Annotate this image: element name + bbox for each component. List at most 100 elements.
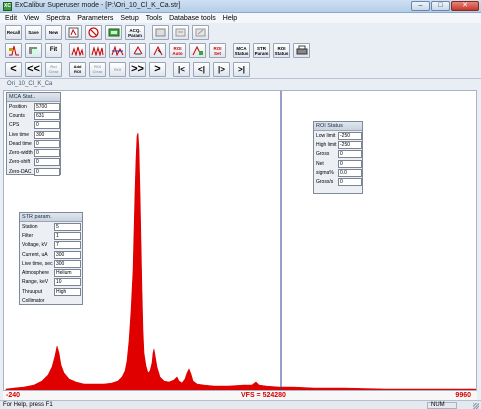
hv-button[interactable] (172, 25, 189, 40)
field-value: 0.0 (338, 168, 362, 177)
calibration-button[interactable] (152, 25, 169, 40)
xray-icon (195, 28, 206, 37)
last-spectrum-button[interactable]: >> (129, 61, 146, 77)
roi-row-sigma: sigma% 0.0 (314, 168, 362, 177)
select-button[interactable] (149, 43, 166, 58)
prev-spectrum-button[interactable]: < (5, 61, 22, 77)
acquire-button[interactable] (105, 25, 122, 40)
mca-status-title: MCA Stat.. (7, 93, 60, 102)
zoom-left-button[interactable]: <| (193, 61, 210, 77)
field-label: Gross/s (316, 179, 334, 186)
field-value: 7 (54, 241, 81, 250)
next-spectrum-button[interactable]: > (149, 61, 166, 77)
save-icon: Save (28, 30, 39, 35)
roi-row-high-limit: High limit -250 (314, 140, 362, 149)
field-label: Range, keV (22, 279, 49, 286)
menu-spectra[interactable]: Spectra (46, 15, 70, 22)
window-controls: – □ ✕ (411, 1, 479, 11)
field-label: Current, uA (22, 251, 48, 258)
field-value: 1 (54, 231, 81, 240)
roi-clear-button[interactable]: Roi Clear (45, 61, 62, 77)
field-label: Dead time (9, 140, 32, 147)
field-label: Atmosphere (22, 270, 49, 277)
app-icon[interactable]: XC (3, 2, 12, 11)
roi-set2-button[interactable]: ROI Set (209, 43, 226, 58)
field-label: Zero-width (9, 150, 33, 157)
fit-button[interactable]: Fit (45, 43, 62, 58)
compare-spectrum-icon (111, 45, 124, 56)
field-label: Thruuput (22, 288, 43, 295)
menu-tools[interactable]: Tools (146, 15, 162, 22)
roi-status-button[interactable]: ROI Status (273, 43, 290, 58)
roi-row-net: Net 0 (314, 159, 362, 168)
overlay-icon (28, 47, 38, 54)
navigation-toolbar: < << Roi Clear Add ROI ROI Clear ROI >> … (0, 60, 481, 79)
mca-status-button[interactable]: MCA Status (233, 43, 250, 58)
roi-prev-button[interactable]: ROI (109, 61, 126, 77)
mca-status-icon: MCA Status (234, 45, 249, 56)
menu-help[interactable]: Help (223, 15, 237, 22)
field-value: 0 (338, 178, 362, 187)
close-button[interactable]: ✕ (451, 1, 479, 11)
menu-database-tools[interactable]: Database tools (169, 15, 216, 22)
scale-min-label: -240 (6, 392, 21, 399)
mca-row-counts: Counts 631 (7, 111, 60, 120)
window-title: ExCalibur Superuser mode - [P:\Ori_10_Cl… (15, 2, 181, 9)
mca-settings-icon (68, 27, 79, 38)
roi-status-title: ROI Status (314, 122, 362, 131)
roi-set-button[interactable] (189, 43, 206, 58)
maximize-button[interactable]: □ (431, 1, 450, 11)
zoom-right-button[interactable]: |> (213, 61, 230, 77)
mca-row-dead-time: Dead time 0 (7, 139, 60, 148)
rotate-button[interactable] (129, 43, 146, 58)
save-button[interactable]: Save (25, 25, 42, 40)
roi-clear2-button[interactable]: ROI Clear (89, 61, 106, 77)
overlay-button[interactable] (25, 43, 42, 58)
str-param-button[interactable]: STR Param (253, 43, 270, 58)
menu-view[interactable]: View (24, 15, 39, 22)
fit-spectrum-button[interactable] (69, 43, 86, 58)
document-tab[interactable]: Ori_10_Cl_K_Ca (3, 80, 56, 90)
str-row-voltage: Voltage, kV 7 (20, 241, 82, 250)
add-roi-button[interactable]: Add ROI (69, 61, 86, 77)
mca-row-position: Position 5700 (7, 102, 60, 111)
field-value: 5 (54, 222, 81, 231)
minimize-button[interactable]: – (411, 1, 430, 11)
first-spectrum-button[interactable]: << (25, 61, 42, 77)
str-row-collimator: Collimator (20, 296, 82, 305)
compare-spectrum-button[interactable] (109, 43, 126, 58)
sum-spectrum-button[interactable] (89, 43, 106, 58)
str-row-atmosphere: Atmosphere Helium (20, 268, 82, 278)
stop-button[interactable] (85, 25, 102, 40)
main-toolbar: Recall Save New ACQ. Param (0, 23, 481, 42)
field-value: 0 (34, 121, 60, 130)
acq-param-button[interactable]: ACQ. Param (125, 25, 145, 40)
roi-auto-button[interactable]: ROI Auto (169, 43, 186, 58)
field-label: Collimator (22, 298, 45, 305)
field-value: 10 (54, 278, 81, 287)
resize-grip-icon[interactable] (473, 403, 479, 409)
field-label: sigma% (316, 169, 334, 176)
recall-button[interactable]: Recall (5, 25, 22, 40)
menu-setup[interactable]: Setup (120, 15, 138, 22)
xray-button[interactable] (192, 25, 209, 40)
title-bar: XC ExCalibur Superuser mode - [P:\Ori_10… (0, 0, 481, 13)
new-button[interactable]: New (45, 25, 62, 40)
calibration-icon (155, 28, 166, 37)
roi-auto-icon: ROI Auto (172, 45, 183, 56)
mca-settings-button[interactable] (65, 25, 82, 40)
str-row-current: Current, uA 300 (20, 250, 82, 259)
status-help-text: For Help, press F1 (3, 402, 53, 408)
new-icon: New (48, 30, 59, 35)
print-button[interactable] (293, 43, 310, 58)
energy-scale-bar: -240 VFS = 524280 9960 (3, 391, 477, 400)
menu-parameters[interactable]: Parameters (77, 15, 113, 22)
zoom-end-button[interactable]: >| (233, 61, 250, 77)
menu-edit[interactable]: Edit (5, 15, 17, 22)
field-label: Live time (9, 131, 30, 138)
roi-set-icon (192, 45, 203, 56)
zoom-start-button[interactable]: |< (173, 61, 190, 77)
print-icon (296, 45, 307, 55)
peak-button[interactable] (5, 43, 22, 58)
field-value: -250 (338, 140, 362, 149)
